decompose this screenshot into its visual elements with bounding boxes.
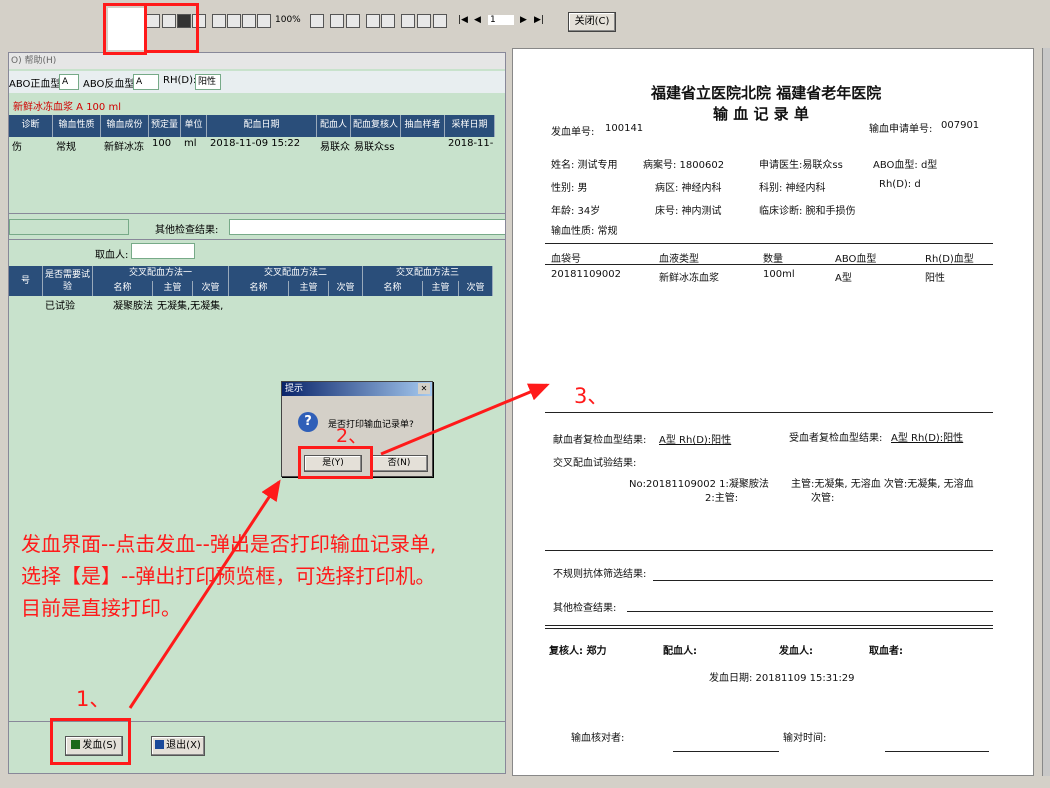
step3-label: 3、 [574,384,609,408]
annotation-arrows [128,383,550,709]
note-line2: 选择【是】--弹出打印预览框，可选择打印机。 [21,564,436,588]
step1-label: 1、 [76,687,111,711]
note-line1: 发血界面--点击发血--弹出是否打印输血记录单, [21,532,437,556]
arrow-to-preview [380,383,550,456]
step2-label: 2、 [336,425,368,447]
note-line3: 目前是直接打印。 [21,596,181,620]
